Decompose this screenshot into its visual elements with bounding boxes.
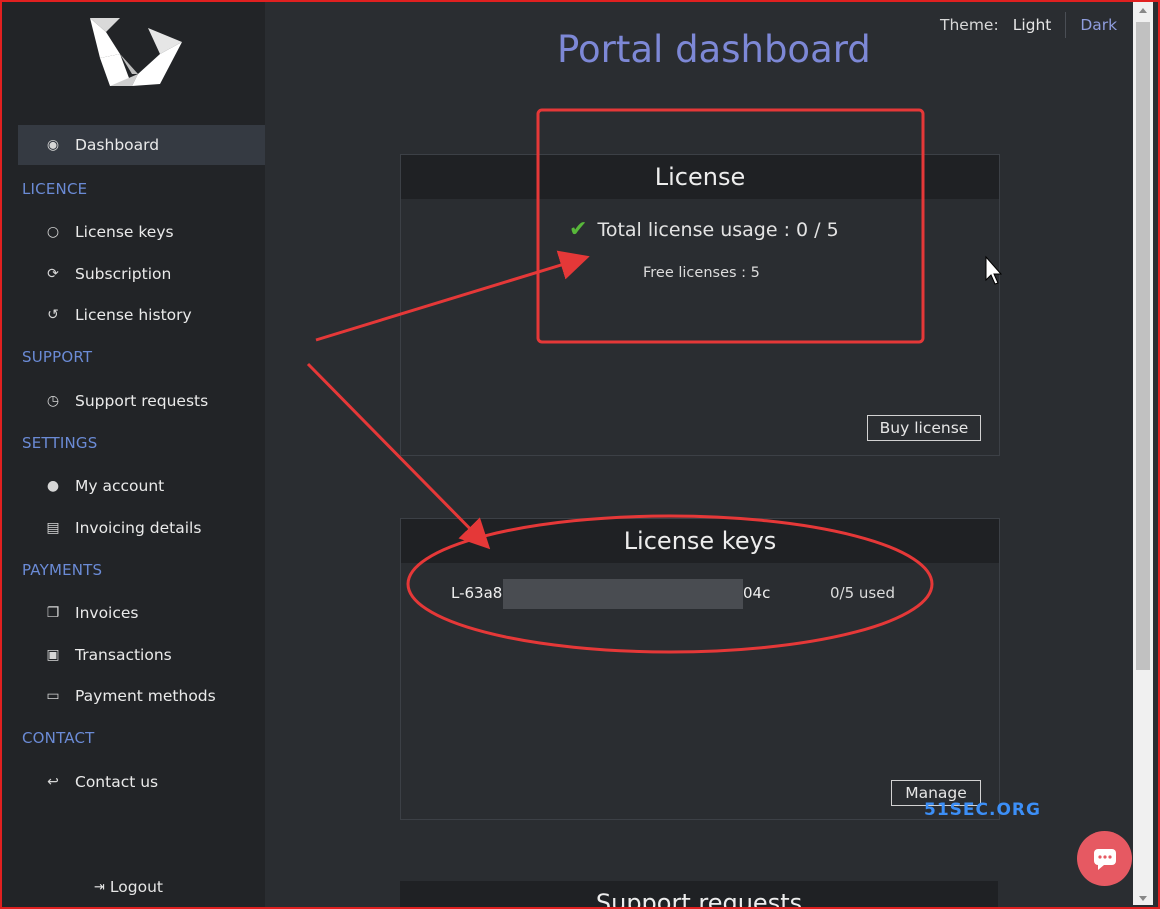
dashboard-gauge-icon: ◉ [46,137,60,153]
theme-label: Theme: [940,16,999,34]
history-icon: ↺ [47,307,59,323]
nav-invoices[interactable]: ❐ Invoices [18,593,265,633]
refresh-icon: ⟳ [47,266,59,282]
license-usage: ✔ Total license usage : 0 / 5 [569,217,839,242]
license-usage-text: Total license usage : 0 / 5 [597,218,839,241]
nav-payment-methods[interactable]: ▭ Payment methods [18,676,265,716]
section-payments: PAYMENTS [22,561,103,579]
license-key-prefix: L-63a8 [451,584,503,602]
license-panel: License ✔ Total license usage : 0 / 5 Fr… [400,154,1000,456]
nav-license-history-label: License history [75,306,192,324]
logout-icon: ⇥ [94,879,105,895]
nav-transactions[interactable]: ▣ Transactions [18,635,265,675]
brand-logo [90,18,182,86]
nav-support-requests-label: Support requests [75,392,209,410]
check-icon: ✔ [569,217,588,242]
license-keys-panel-title: License keys [401,519,999,563]
nav-my-account-label: My account [75,477,165,495]
nav-license-keys[interactable]: ○ License keys [18,212,265,252]
support-requests-title: Support requests [595,889,803,909]
reply-icon: ↩ [47,774,59,790]
nav-subscription-label: Subscription [75,265,172,283]
nav-my-account[interactable]: ● My account [18,466,265,506]
clock-icon: ◷ [46,393,60,409]
scroll-down-arrow-icon[interactable] [1139,896,1147,901]
license-keys-panel: License keys L-63a8 04c 0/5 used Manage [400,518,1000,820]
nav-transactions-label: Transactions [75,646,172,664]
license-key-suffix: 04c [743,584,771,602]
nav-support-requests[interactable]: ◷ Support requests [18,381,265,421]
money-icon: ▣ [46,647,60,663]
nav-invoicing-details[interactable]: ▤ Invoicing details [18,508,265,548]
nav-contact-us[interactable]: ↩ Contact us [18,762,265,802]
circle-icon: ○ [46,224,60,240]
nav-contact-us-label: Contact us [75,773,159,791]
nav-license-history[interactable]: ↺ License history [18,295,265,335]
nav-invoices-label: Invoices [75,604,139,622]
nav-subscription[interactable]: ⟳ Subscription [18,254,265,294]
user-icon: ● [46,478,60,494]
nav-payment-methods-label: Payment methods [75,687,216,705]
scroll-up-arrow-icon[interactable] [1139,8,1147,13]
license-key-row[interactable]: L-63a8 04c 0/5 used [451,579,911,609]
copy-icon: ❐ [46,605,60,621]
nav-invoicing-details-label: Invoicing details [75,519,202,537]
section-licence: LICENCE [22,180,88,198]
section-contact: CONTACT [22,729,95,747]
vertical-scrollbar[interactable] [1133,2,1153,905]
scrollbar-thumb[interactable] [1136,22,1150,670]
chat-button[interactable] [1077,831,1132,886]
theme-dark-option[interactable]: Dark [1080,16,1117,34]
free-licenses-text: Free licenses : 5 [643,265,760,281]
logout-label: Logout [109,878,163,896]
theme-divider [1065,12,1067,38]
license-key-redaction [503,579,743,609]
theme-light-option[interactable]: Light [1013,16,1052,34]
license-panel-title: License [401,155,999,199]
credit-card-icon: ▭ [46,688,60,704]
license-key-usage: 0/5 used [830,584,895,602]
watermark: 51SEC.ORG [924,800,1041,820]
chat-bubble-icon [1093,848,1116,870]
buy-license-button[interactable]: Buy license [867,415,981,441]
sidebar: ◉ Dashboard LICENCE ○ License keys ⟳ Sub… [2,2,265,907]
nav-license-keys-label: License keys [75,223,174,241]
nav-dashboard[interactable]: ◉ Dashboard [18,125,265,165]
logout-link[interactable]: ⇥ Logout [94,878,163,896]
section-support: SUPPORT [22,348,93,366]
page-title: Portal dashboard [557,28,871,71]
theme-switcher: Theme: Light Dark [940,12,1117,38]
nav-dashboard-label: Dashboard [75,136,160,154]
document-icon: ▤ [46,520,60,536]
section-settings: SETTINGS [22,434,98,452]
support-requests-panel-title: Support requests [400,881,998,909]
